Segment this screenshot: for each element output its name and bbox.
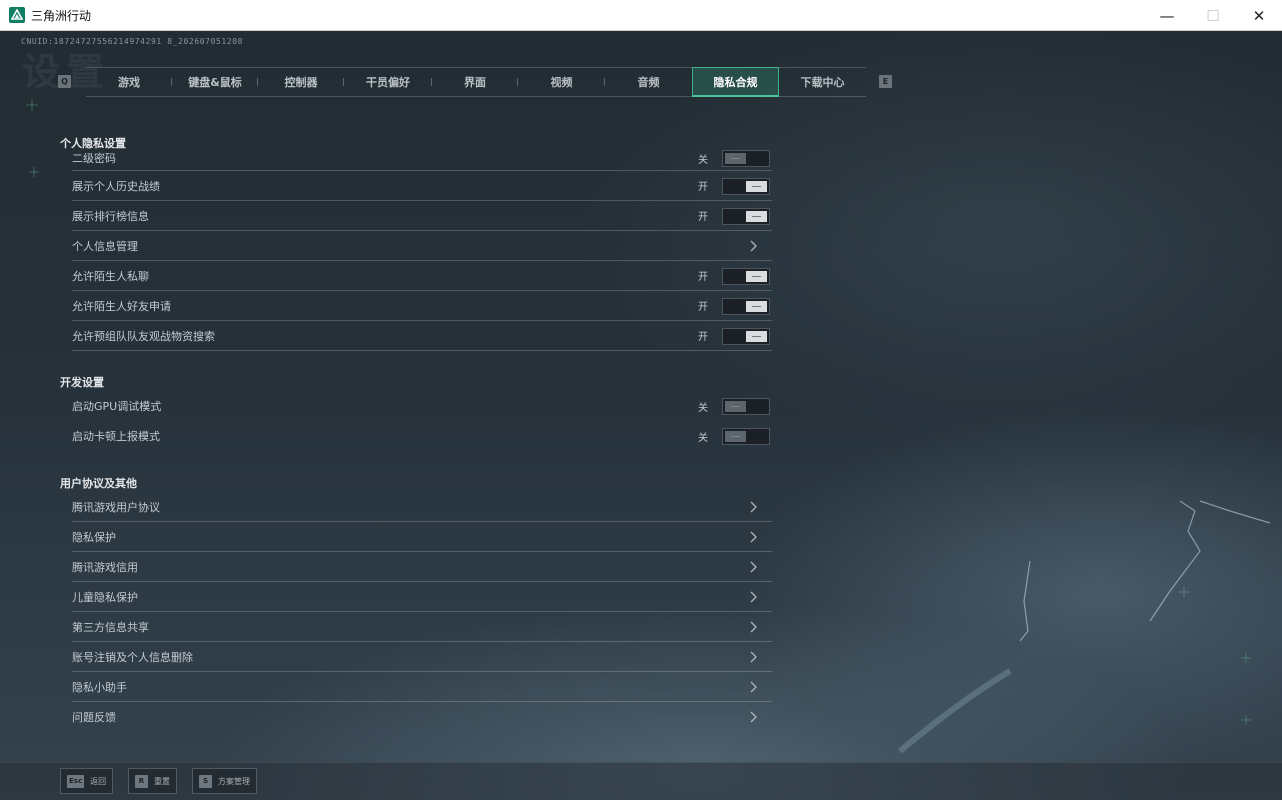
tab-controller[interactable]: 控制器: [258, 67, 344, 97]
setting-state: 关: [698, 154, 708, 166]
app-logo-icon: [9, 7, 25, 23]
window-title: 三角洲行动: [31, 8, 92, 23]
setting-label: 启动卡顿上报模式: [72, 430, 160, 443]
setting-row-stranger-chat[interactable]: 允许陌生人私聊 开: [72, 261, 772, 291]
bottom-action-bar: Esc 返回 R 重置 S 方案管理: [0, 762, 1282, 800]
link-label: 问题反馈: [72, 711, 116, 724]
link-row-game-credit[interactable]: 腾讯游戏信用: [72, 552, 772, 582]
setting-row-stutter-report[interactable]: 启动卡顿上报模式 关: [72, 421, 772, 451]
tab-privacy-compliance[interactable]: 隐私合规: [692, 67, 779, 97]
preset-management-label: 方案管理: [218, 776, 250, 786]
reset-label: 重置: [154, 776, 170, 786]
tab-download-center[interactable]: 下载中心: [779, 67, 866, 97]
tab-audio[interactable]: 音频: [605, 67, 692, 97]
setting-state: 开: [698, 212, 708, 223]
chevron-right-icon: [750, 711, 757, 723]
setting-row-show-history[interactable]: 展示个人历史战绩 开: [72, 171, 772, 201]
setting-state: 开: [698, 272, 708, 283]
setting-row-premade-spectate-search[interactable]: 允许预组队队友观战物资搜索 开: [72, 321, 772, 351]
setting-row-gpu-debug[interactable]: 启动GPU调试模式 关: [72, 391, 772, 421]
link-row-feedback[interactable]: 问题反馈: [72, 702, 772, 732]
chevron-right-icon: [750, 561, 757, 573]
gpu-debug-toggle[interactable]: [722, 398, 770, 415]
tab-keyboard-mouse[interactable]: 键盘&鼠标: [172, 67, 258, 97]
link-label: 第三方信息共享: [72, 620, 149, 634]
link-row-third-party-sharing[interactable]: 第三方信息共享: [72, 612, 772, 642]
setting-label: 展示排行榜信息: [72, 209, 149, 223]
show-history-toggle[interactable]: [722, 178, 770, 195]
setting-state: 关: [698, 432, 708, 444]
link-label: 隐私小助手: [72, 680, 127, 694]
setting-row-show-leaderboard[interactable]: 展示排行榜信息 开: [72, 201, 772, 231]
tab-interface[interactable]: 界面: [432, 67, 518, 97]
settings-screen: CNUID:18724727556214974291 8_20260705120…: [0, 31, 1282, 800]
tab-operator-preferences[interactable]: 干员偏好: [344, 67, 432, 97]
link-row-user-agreement[interactable]: 腾讯游戏用户协议: [72, 492, 772, 522]
chevron-right-icon: [750, 621, 757, 633]
setting-label: 允许陌生人好友申请: [72, 299, 171, 313]
minimize-button[interactable]: —: [1144, 0, 1190, 31]
stranger-friend-request-toggle[interactable]: [722, 298, 770, 315]
s-key-icon: S: [199, 774, 212, 788]
stranger-chat-toggle[interactable]: [722, 268, 770, 285]
show-leaderboard-toggle[interactable]: [722, 208, 770, 225]
chevron-right-icon: [750, 681, 757, 693]
chevron-right-icon: [750, 501, 757, 513]
link-row-child-privacy[interactable]: 儿童隐私保护: [72, 582, 772, 612]
chevron-right-icon: [750, 591, 757, 603]
next-tab-key-hint[interactable]: E: [879, 75, 892, 88]
chevron-right-icon: [750, 240, 757, 252]
preset-management-button[interactable]: S 方案管理: [192, 768, 257, 794]
link-label: 儿童隐私保护: [72, 590, 138, 604]
setting-state: 开: [698, 182, 708, 193]
tab-video[interactable]: 视频: [518, 67, 605, 97]
maximize-button[interactable]: ☐: [1190, 0, 1236, 31]
link-label: 隐私保护: [72, 530, 116, 544]
setting-label: 二级密码: [72, 152, 116, 165]
link-label: 账号注销及个人信息删除: [72, 650, 193, 664]
tab-game[interactable]: 游戏: [86, 67, 172, 97]
stutter-report-toggle[interactable]: [722, 428, 770, 445]
prev-tab-key-hint[interactable]: Q: [58, 75, 71, 88]
setting-label: 允许预组队队友观战物资搜索: [72, 329, 215, 343]
setting-row-stranger-friend-request[interactable]: 允许陌生人好友申请 开: [72, 291, 772, 321]
link-label: 腾讯游戏信用: [72, 560, 138, 574]
setting-label: 展示个人历史战绩: [72, 179, 160, 193]
window-titlebar: 三角洲行动 — ☐ ✕: [0, 0, 1282, 31]
close-button[interactable]: ✕: [1236, 0, 1282, 31]
chevron-right-icon: [750, 651, 757, 663]
setting-row-secondary-password[interactable]: 二级密码 关: [72, 146, 772, 171]
link-label: 腾讯游戏用户协议: [72, 500, 160, 514]
reset-button[interactable]: R 重置: [128, 768, 177, 794]
link-row-privacy-assistant[interactable]: 隐私小助手: [72, 672, 772, 702]
r-key-icon: R: [135, 774, 148, 788]
section-title-agreements: 用户协议及其他: [60, 477, 137, 490]
setting-label: 允许陌生人私聊: [72, 269, 149, 283]
esc-key-icon: Esc: [67, 774, 85, 788]
back-button[interactable]: Esc 返回: [60, 768, 114, 794]
chevron-right-icon: [750, 531, 757, 543]
back-label: 返回: [90, 776, 107, 786]
secondary-password-toggle[interactable]: [722, 150, 770, 167]
setting-label: 个人信息管理: [72, 239, 138, 253]
section-title-dev: 开发设置: [60, 376, 104, 389]
setting-row-personal-info-management[interactable]: 个人信息管理: [72, 231, 772, 261]
setting-state: 开: [698, 302, 708, 313]
settings-tabbar: 游戏 键盘&鼠标 控制器 干员偏好 界面 视频 音频 隐私合规 下载中心: [86, 67, 866, 97]
premade-spectate-search-toggle[interactable]: [722, 328, 770, 345]
setting-state: 关: [698, 402, 708, 414]
setting-label: 启动GPU调试模式: [72, 400, 162, 413]
link-row-privacy-protection[interactable]: 隐私保护: [72, 522, 772, 552]
setting-state: 开: [698, 332, 708, 343]
link-row-account-deletion[interactable]: 账号注销及个人信息删除: [72, 642, 772, 672]
